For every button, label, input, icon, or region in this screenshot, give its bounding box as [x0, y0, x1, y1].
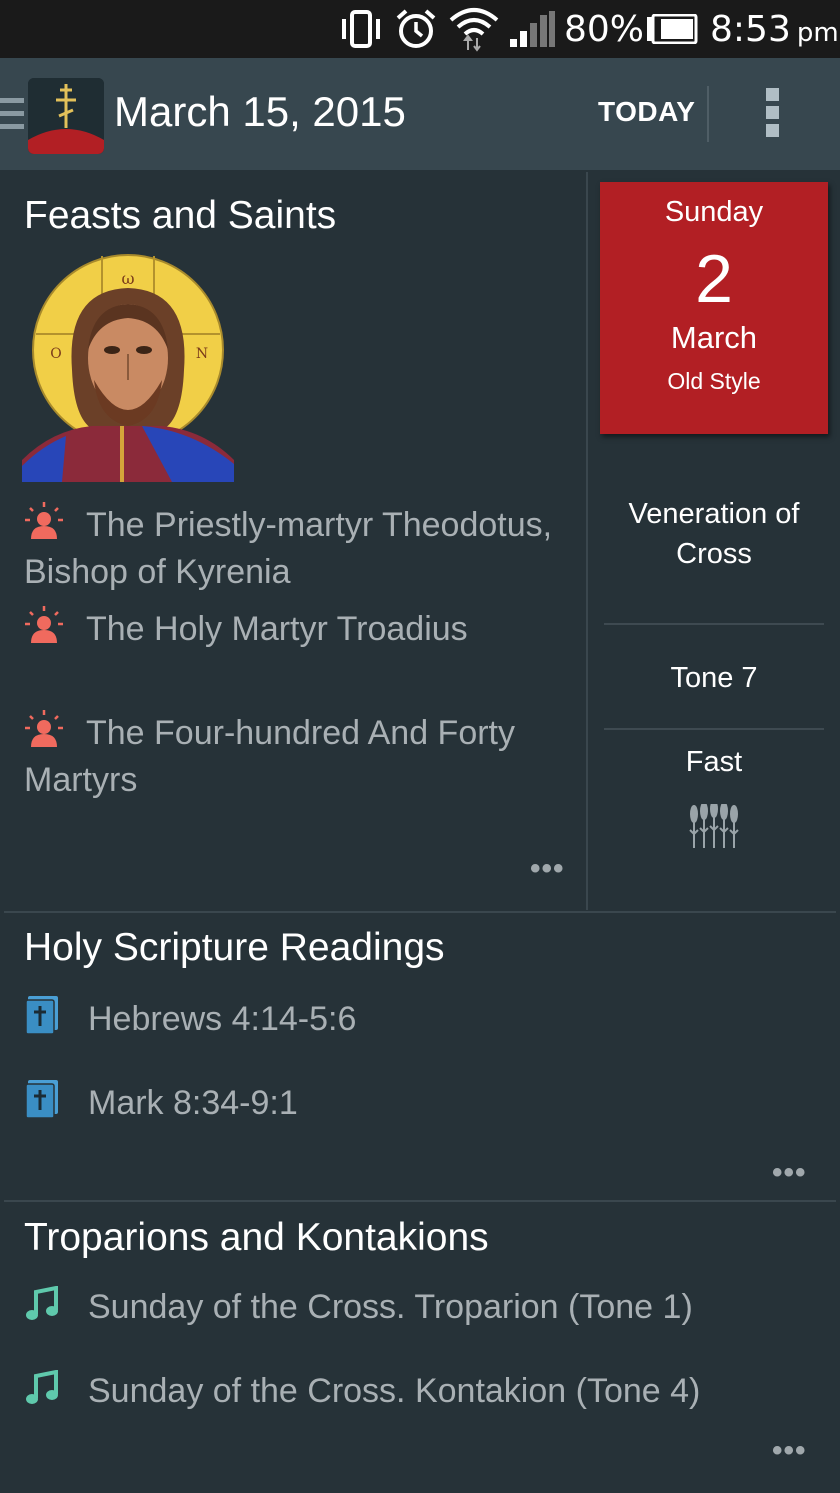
signal-icon — [508, 0, 556, 58]
battery-percent: 80% — [564, 8, 645, 50]
side-divider — [604, 623, 824, 625]
clock-time: 8:53 — [710, 8, 791, 50]
reading-text: Hebrews 4:14-5:6 — [88, 1000, 357, 1038]
wifi-icon — [448, 0, 500, 58]
readings-title: Holy Scripture Readings — [24, 926, 445, 969]
side-divider — [604, 728, 824, 730]
music-note-icon — [24, 1285, 60, 1322]
battery-icon — [646, 0, 698, 58]
today-button[interactable]: TODAY — [598, 96, 695, 128]
saint-name: The Four-hundred And Forty Martyrs — [24, 714, 516, 799]
alarm-icon — [394, 0, 438, 58]
old-style-caption: Old Style — [667, 368, 761, 394]
feasts-title: Feasts and Saints — [24, 194, 337, 237]
icon-letter-right: Ν — [196, 346, 208, 362]
app-logo[interactable] — [28, 78, 104, 154]
saint-item[interactable]: The Four-hundred And Forty Martyrs — [24, 710, 574, 804]
saint-name: The Priestly-martyr Theodotus, Bishop of… — [24, 506, 553, 591]
bible-icon — [24, 1080, 60, 1120]
column-divider — [586, 172, 588, 910]
feast-name[interactable]: Veneration of Cross — [612, 494, 816, 574]
feasts-section: Feasts and Saints ω Ο Ν The Priestly-mar… — [0, 170, 586, 910]
more-vert-icon[interactable] — [766, 88, 782, 140]
page-title[interactable]: March 15, 2015 — [114, 88, 406, 136]
martyr-icon — [24, 606, 64, 644]
troparia-more-button[interactable]: ••• — [772, 1434, 807, 1468]
status-bar: 80% 8:53 pm — [0, 0, 840, 58]
feasts-more-button[interactable]: ••• — [530, 852, 565, 886]
readings-more-button[interactable]: ••• — [772, 1156, 807, 1190]
reading-item[interactable]: Hebrews 4:14-5:6 — [24, 996, 356, 1039]
icon-letter-top: ω — [121, 269, 134, 288]
saint-name: The Holy Martyr Troadius — [86, 610, 468, 648]
hymn-item[interactable]: Sunday of the Cross. Troparion (Tone 1) — [24, 1285, 693, 1327]
saint-item[interactable]: The Holy Martyr Troadius — [24, 606, 574, 653]
hymn-text: Sunday of the Cross. Troparion (Tone 1) — [88, 1288, 693, 1326]
saint-item[interactable]: The Priestly-martyr Theodotus, Bishop of… — [24, 502, 574, 596]
app-bar-divider — [707, 86, 709, 142]
martyr-icon — [24, 502, 64, 540]
old-style-day: 2 — [695, 241, 733, 317]
tone-label[interactable]: Tone 7 — [600, 658, 828, 698]
troparia-title: Troparions and Kontakions — [24, 1216, 489, 1259]
bible-icon — [24, 996, 60, 1036]
music-note-icon — [24, 1369, 60, 1406]
martyr-icon — [24, 710, 64, 748]
reading-item[interactable]: Mark 8:34-9:1 — [24, 1080, 298, 1123]
clock-ampm: pm — [796, 18, 839, 48]
icon-letter-left: Ο — [50, 346, 61, 362]
menu-icon[interactable] — [0, 98, 24, 132]
old-style-date-card[interactable]: Sunday 2 March Old Style — [600, 182, 828, 434]
old-style-month: March — [670, 320, 758, 355]
old-style-weekday: Sunday — [664, 196, 764, 228]
fast-label[interactable]: Fast — [600, 742, 828, 782]
section-divider — [4, 1200, 836, 1202]
christ-icon-image[interactable]: ω Ο Ν — [22, 250, 234, 482]
section-divider — [4, 911, 836, 913]
hymn-text: Sunday of the Cross. Kontakion (Tone 4) — [88, 1372, 701, 1410]
app-bar: March 15, 2015 TODAY — [0, 58, 840, 170]
vibrate-icon — [338, 0, 384, 58]
reading-text: Mark 8:34-9:1 — [88, 1084, 298, 1122]
wheat-icon — [686, 800, 742, 850]
hymn-item[interactable]: Sunday of the Cross. Kontakion (Tone 4) — [24, 1369, 701, 1411]
